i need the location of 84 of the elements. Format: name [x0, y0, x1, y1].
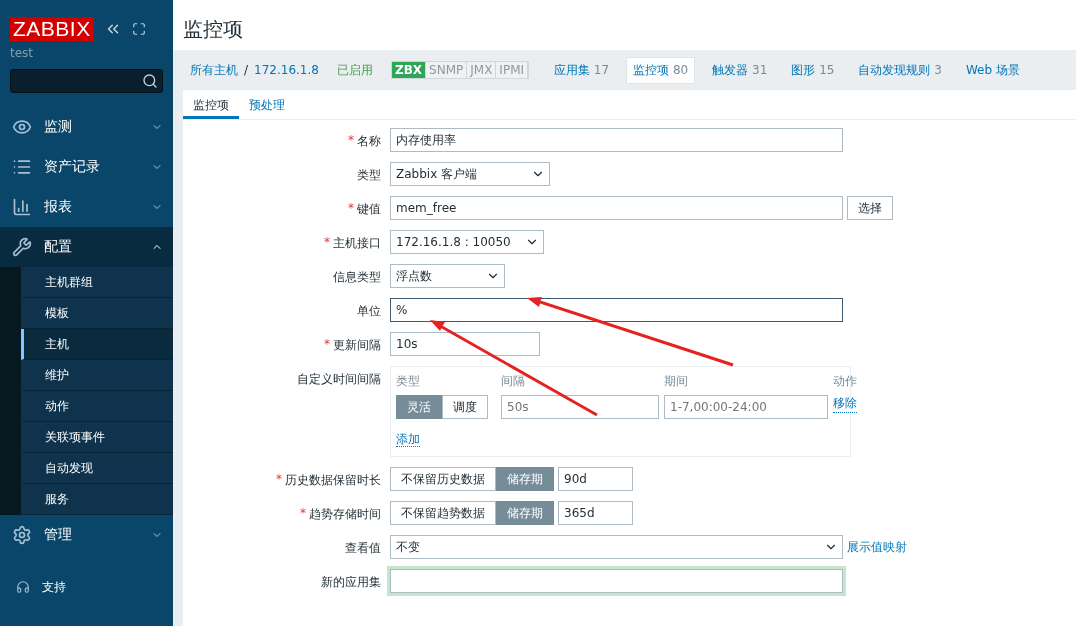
field-label: 更新间隔 — [333, 337, 381, 354]
submenu-item[interactable]: 关联项事件 — [21, 422, 173, 453]
field-label: 单位 — [357, 303, 381, 320]
availability-badge: ZBX — [391, 62, 427, 78]
field-label: 名称 — [357, 133, 381, 150]
required-mark: * — [324, 337, 330, 353]
expand-icon[interactable] — [131, 22, 146, 36]
submenu-item[interactable]: 维护 — [21, 360, 173, 391]
required-mark: * — [348, 201, 354, 217]
nav-tab[interactable]: 监控项 80 — [626, 56, 696, 84]
bar-chart-icon — [12, 197, 32, 217]
input-field[interactable]: 内存使用率 — [390, 128, 843, 152]
submenu-item[interactable]: 自动发现 — [21, 453, 173, 484]
submenu-item[interactable]: 动作 — [21, 391, 173, 422]
eye-icon — [12, 117, 32, 137]
menu-item[interactable]: 报表 — [0, 187, 173, 227]
logo: ZABBIX — [10, 17, 94, 41]
menu-item[interactable]: 监测 — [0, 107, 173, 147]
page-title: 监控项 — [183, 16, 244, 43]
search-icon — [142, 73, 158, 89]
menu-item[interactable]: 配置 — [0, 227, 173, 267]
submenu-item[interactable]: 模板 — [21, 298, 173, 329]
wrench-icon — [12, 237, 32, 257]
field-label: 新的应用集 — [321, 574, 381, 591]
select-button[interactable]: 选择 — [847, 196, 893, 220]
required-mark: * — [324, 235, 330, 251]
mode-toggle[interactable]: 不保留历史数据 — [390, 467, 496, 491]
field-label: 自定义时间间隔 — [297, 371, 381, 388]
required-mark: * — [276, 472, 282, 488]
nav-tab[interactable]: 应用集 17 — [547, 56, 617, 84]
mode-toggle[interactable]: 调度 — [442, 395, 488, 419]
field-label: 信息类型 — [333, 269, 381, 286]
field-label: 键值 — [357, 201, 381, 218]
required-mark: * — [348, 133, 354, 149]
breadcrumb-separator: / — [244, 63, 249, 77]
input-field[interactable]: 10s — [390, 332, 540, 356]
headphones-icon — [16, 580, 30, 594]
nav-tab[interactable]: Web 场景 — [958, 56, 1027, 84]
form-tab[interactable]: 监控项 — [183, 90, 239, 119]
column-header: 动作 — [833, 373, 857, 390]
form-tab[interactable]: 预处理 — [239, 90, 295, 119]
remove-link[interactable]: 移除 — [833, 395, 857, 413]
nav-tab[interactable]: 图形 15 — [784, 56, 842, 84]
select-field[interactable]: Zabbix 客户端 — [390, 162, 550, 186]
submenu-item[interactable]: 服务 — [21, 484, 173, 515]
nav-tab[interactable]: 触发器 31 — [705, 56, 775, 84]
search-field[interactable] — [10, 69, 163, 93]
availability-badge: SNMP — [426, 62, 468, 78]
add-link[interactable]: 添加 — [396, 432, 420, 447]
mode-toggle[interactable]: 不保留趋势数据 — [390, 501, 496, 525]
column-header: 类型 — [396, 373, 421, 390]
interval-field[interactable]: 50s — [501, 395, 659, 419]
availability-badge: JMX — [467, 62, 497, 78]
input-field[interactable]: 90d — [558, 467, 633, 491]
period-field[interactable]: 1-7,00:00-24:00 — [664, 395, 828, 419]
field-label: 趋势存储时间 — [309, 506, 381, 523]
breadcrumb-link[interactable]: 172.16.1.8 — [254, 63, 319, 77]
select-field[interactable]: 浮点数 — [390, 264, 505, 288]
value-mapping-link[interactable]: 展示值映射 — [847, 538, 907, 556]
select-field[interactable]: 不变 — [390, 535, 843, 559]
field-label: 主机接口 — [333, 235, 381, 252]
gear-icon — [12, 525, 32, 545]
menu-item[interactable]: 管理 — [0, 515, 173, 555]
menu-item[interactable]: 支持 — [0, 567, 173, 607]
submenu-item[interactable]: 主机群组 — [21, 267, 173, 298]
status-label: 已启用 — [336, 61, 373, 79]
column-header: 期间 — [664, 373, 689, 390]
input-field[interactable]: mem_free — [390, 196, 843, 220]
menu-item[interactable]: 资产记录 — [0, 147, 173, 187]
availability-badge: IPMI — [496, 62, 529, 78]
nav-tab[interactable]: 自动发现规则 3 — [851, 56, 949, 84]
required-mark: * — [300, 506, 306, 522]
breadcrumb-link[interactable]: 所有主机 — [190, 61, 238, 79]
input-field[interactable] — [390, 569, 843, 593]
input-field[interactable]: % — [390, 298, 843, 322]
submenu-item[interactable]: 主机 — [21, 329, 173, 360]
input-field[interactable]: 365d — [558, 501, 633, 525]
select-field[interactable]: 172.16.1.8 : 10050 — [390, 230, 544, 254]
field-label: 类型 — [357, 167, 381, 184]
field-label: 历史数据保留时长 — [285, 472, 381, 489]
list-icon — [12, 157, 32, 177]
user-name: test — [9, 45, 35, 62]
field-label: 查看值 — [345, 540, 381, 557]
column-header: 间隔 — [501, 373, 526, 390]
